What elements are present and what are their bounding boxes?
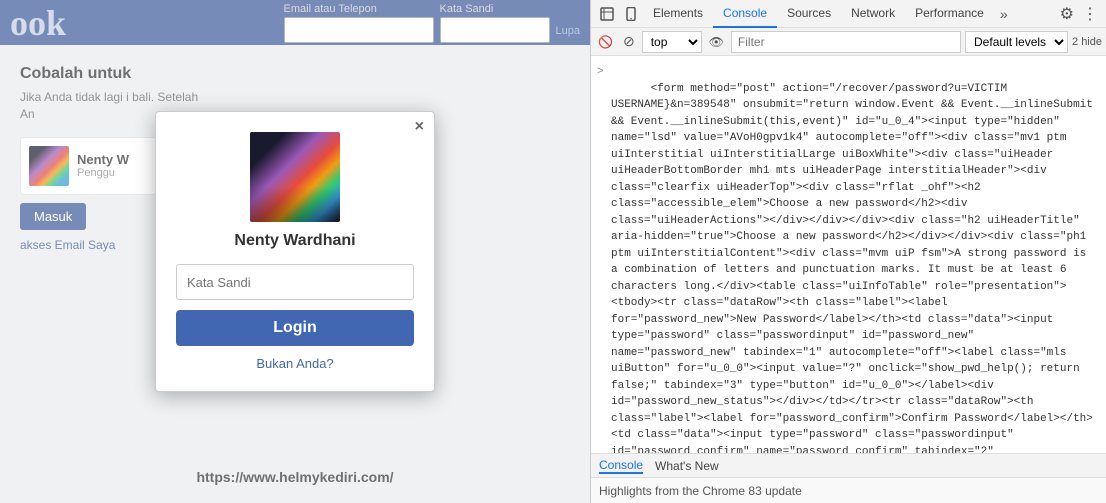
login-modal: × Nenty Wardhani Login Bukan Anda? [155,111,435,392]
devtools-more-tabs-icon[interactable]: » [994,6,1014,22]
devtools-tab-bar: Elements Console Sources Network Perform… [591,0,1106,28]
tab-performance[interactable]: Performance [905,0,994,28]
modal-close-button[interactable]: × [415,118,424,136]
modal-user-name: Nenty Wardhani [234,232,355,250]
devtools-overflow-icon[interactable]: ⋮ [1078,4,1102,24]
modal-login-button[interactable]: Login [176,310,414,346]
console-context-select[interactable]: top [642,31,702,53]
modal-body: Nenty Wardhani Login Bukan Anda? [156,112,434,391]
console-levels-select[interactable]: Default levels [965,31,1068,53]
bottom-tab-console[interactable]: Console [599,458,643,474]
console-toolbar: 🚫 ⊘ top 👁 Default levels 2 hide [591,28,1106,56]
console-clear-icon[interactable]: ⊘ [620,31,638,52]
tab-console[interactable]: Console [713,0,777,28]
tab-elements[interactable]: Elements [643,0,713,28]
console-html-text: <form method="post" action="/recover/pas… [611,83,1100,454]
devtools-panel: Elements Console Sources Network Perform… [590,0,1106,503]
facebook-page: ook Email atau Telepon Kata Sandi Lupa C… [0,0,590,503]
devtools-settings-icon[interactable]: ⚙ [1056,4,1078,24]
console-html-output: <form method="post" action="/recover/pas… [591,60,1106,453]
console-bottom-tabs: Console What's New [591,453,1106,477]
tab-network[interactable]: Network [841,0,905,28]
bottom-tab-whatsnew[interactable]: What's New [655,459,719,473]
console-filter-input[interactable] [731,31,961,53]
modal-not-you-link[interactable]: Bukan Anda? [256,356,333,371]
avatar-image [250,132,340,222]
console-hidden-count: 2 hide [1072,36,1102,48]
modal-avatar [250,132,340,222]
devtools-inspect-icon[interactable] [595,2,619,26]
console-eye-icon[interactable]: 👁 [706,33,727,51]
modal-overlay: × Nenty Wardhani Login Bukan Anda? [0,0,590,503]
devtools-mobile-icon[interactable] [619,2,643,26]
console-stop-icon[interactable]: 🚫 [595,33,616,51]
highlights-bar: Highlights from the Chrome 83 update [591,477,1106,503]
modal-password-input[interactable] [176,264,414,300]
tab-sources[interactable]: Sources [777,0,841,28]
console-output: <form method="post" action="/recover/pas… [591,56,1106,453]
